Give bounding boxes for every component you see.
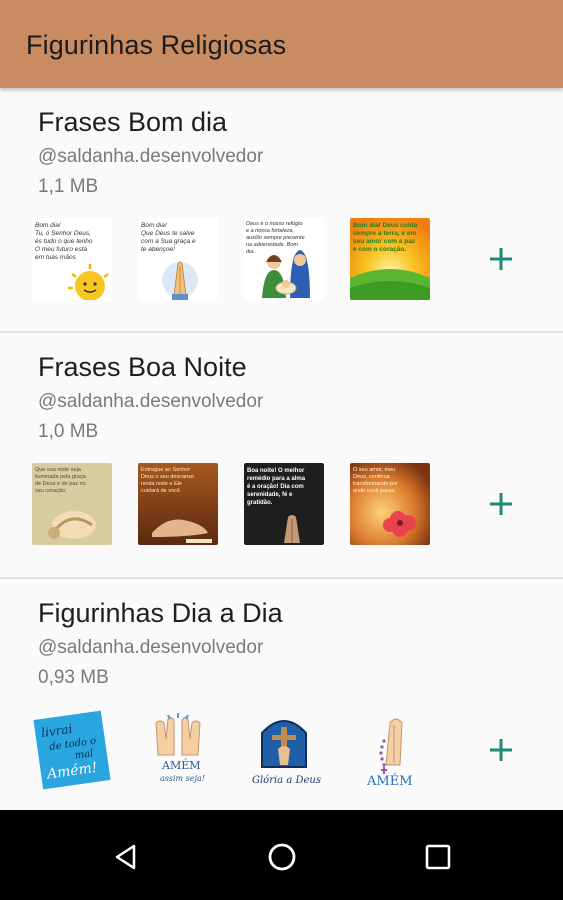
sticker-thumbnail: Bom dia! Deus cuida sempre a terra, e em … [350,218,430,300]
pack-publisher: @saldanha.desenvolvedor [38,391,264,412]
add-pack-button[interactable] [482,485,520,523]
sticker-thumbnail: O seu amor, meu Deus, continua transforma… [350,463,430,545]
svg-text:AMÉM: AMÉM [366,773,413,789]
night-hands-sticker-icon: Que sua noite sejailuminada pela graça d… [32,463,112,545]
svg-text:iluminada pela graça: iluminada pela graça [35,474,87,480]
svg-text:serenidade, fé e: serenidade, fé e [247,492,293,498]
sticker-preview-row: livrai de todo o mal Amém! AMÉM assim se… [0,709,563,793]
svg-text:na adversidade. Bom: na adversidade. Bom [246,242,298,248]
svg-text:Deus, continua: Deus, continua [353,474,391,480]
sticker-pack-bom-dia[interactable]: Frases Bom dia @saldanha.desenvolvedor 1… [0,88,563,333]
svg-text:e com o coração.: e com o coração. [353,246,406,253]
add-pack-button[interactable] [482,731,520,769]
svg-text:Glória a Deus: Glória a Deus [252,775,321,786]
svg-text:Tu, ó Senhor Deus,: Tu, ó Senhor Deus, [35,230,91,237]
pack-size: 1,1 MB [38,176,99,197]
svg-text:onde você passa.: onde você passa. [353,488,397,494]
svg-text:nesta noite e Ele: nesta noite e Ele [141,481,182,487]
home-button[interactable] [258,838,306,876]
svg-text:seu amor com a paz: seu amor com a paz [353,238,416,245]
svg-text:Que Deus te salve: Que Deus te salve [141,230,195,237]
pack-publisher: @saldanha.desenvolvedor [38,146,264,167]
svg-text:sempre a terra, e em: sempre a terra, e em [353,230,416,237]
praying-hands-sticker-icon: Bom dia!Que Deus te salve com a Sua graç… [138,218,218,300]
add-pack-button[interactable] [482,240,520,278]
gloria-cross-sticker-icon: Glória a Deus [244,709,324,791]
system-navigation-bar [0,810,563,900]
svg-text:remédio para a alma: remédio para a alma [247,476,306,482]
sticker-thumbnail: Bom dia! Tu, ó Senhor Deus, és tudo o que… [32,218,112,300]
svg-text:assim seja!: assim seja! [160,774,205,783]
plus-icon [490,739,512,761]
sticker-thumbnail: Deus é o nosso refúgio e a nossa fortalez… [244,218,324,300]
home-icon [268,843,296,871]
recents-button[interactable] [414,838,462,876]
svg-text:transformando por: transformando por [353,481,398,487]
svg-text:gratidão.: gratidão. [247,500,273,506]
svg-text:AMÉM: AMÉM [161,758,201,772]
sticker-thumbnail: Entregue ao Senhor Deus o seu descanso ne… [138,463,218,545]
svg-text:e a nossa fortaleza,: e a nossa fortaleza, [246,228,294,234]
pack-publisher: @saldanha.desenvolvedor [38,637,264,658]
sticker-pack-dia-a-dia[interactable]: Figurinhas Dia a Dia @saldanha.desenvolv… [0,579,563,810]
svg-text:Deus é o nosso refúgio: Deus é o nosso refúgio [246,221,303,227]
app-bar: Figurinhas Religiosas [0,0,563,88]
svg-text:cuidará de você.: cuidará de você. [141,488,182,494]
back-button[interactable] [102,838,150,876]
svg-text:O meu futuro está: O meu futuro está [35,246,87,253]
pack-name: Frases Bom dia [38,107,228,137]
svg-text:Bom dia! Deus cuida: Bom dia! Deus cuida [353,222,418,229]
pack-name: Frases Boa Noite [38,352,247,382]
sticker-pack-boa-noite[interactable]: Frases Boa Noite @saldanha.desenvolvedor… [0,333,563,578]
sunrise-field-sticker-icon: Bom dia! Deus cuidasempre a terra, e em … [350,218,430,300]
svg-text:é a oração! Dia com: é a oração! Dia com [247,484,304,490]
svg-text:com a Sua graça e: com a Sua graça e [141,238,196,245]
sticker-thumbnail: Glória a Deus [244,709,324,791]
sticker-thumbnail: Bom dia! Que Deus te salve com a Sua graç… [138,218,218,300]
night-prayer-sticker-icon: Boa noite! O melhor remédio para a alma é… [244,463,324,545]
sticker-preview-row: Bom dia! Tu, ó Senhor Deus, és tudo o que… [0,218,563,302]
livrai-nos-sticker-icon: livrai de todo o mal Amém! [32,709,112,791]
svg-text:Que sua noite seja: Que sua noite seja [35,467,82,473]
svg-text:te abençoe!: te abençoe! [141,246,175,253]
svg-text:auxílio sempre presente: auxílio sempre presente [246,235,305,241]
svg-text:Deus o seu descanso: Deus o seu descanso [141,474,194,480]
amem-rosary-sticker-icon: AMÉM [350,709,430,791]
flower-sunset-sticker-icon: O seu amor, meuDeus, continua transforma… [350,463,430,545]
plus-icon [490,493,512,515]
sticker-thumbnail: AMÉM [350,709,430,791]
morning-sun-sticker-icon: Bom dia!Tu, ó Senhor Deus, és tudo o que… [32,218,112,300]
svg-text:Boa noite! O melhor: Boa noite! O melhor [247,468,305,474]
pack-size: 1,0 MB [38,421,99,442]
plus-icon [490,248,512,270]
svg-text:Entregue ao Senhor: Entregue ao Senhor [141,467,190,473]
svg-text:seu coração.: seu coração. [35,488,67,494]
svg-text:de Deus e de paz no: de Deus e de paz no [35,481,86,487]
amem-hands-sticker-icon: AMÉM assim seja! [138,709,218,791]
sticker-thumbnail: Que sua noite seja iluminada pela graça d… [32,463,112,545]
svg-text:és tudo o que tenho: és tudo o que tenho [35,238,93,245]
svg-text:em tuas mãos: em tuas mãos [35,254,77,261]
svg-text:Bom dia!: Bom dia! [35,222,61,229]
open-hand-sticker-icon: Entregue ao SenhorDeus o seu descanso ne… [138,463,218,545]
sticker-thumbnail: AMÉM assim seja! [138,709,218,791]
sticker-thumbnail: Boa noite! O melhor remédio para a alma é… [244,463,324,545]
app-title: Figurinhas Religiosas [26,30,287,60]
pack-size: 0,93 MB [38,667,109,688]
sticker-thumbnail: livrai de todo o mal Amém! [32,709,112,791]
svg-text:O seu amor, meu: O seu amor, meu [353,467,395,473]
svg-text:Bom dia!: Bom dia! [141,222,167,229]
sticker-preview-row: Que sua noite seja iluminada pela graça d… [0,463,563,547]
pack-name: Figurinhas Dia a Dia [38,598,283,628]
back-icon [115,844,136,870]
svg-text:dia.: dia. [246,249,255,255]
recents-icon [425,844,451,870]
holy-family-sticker-icon: Deus é o nosso refúgioe a nossa fortalez… [244,218,324,300]
